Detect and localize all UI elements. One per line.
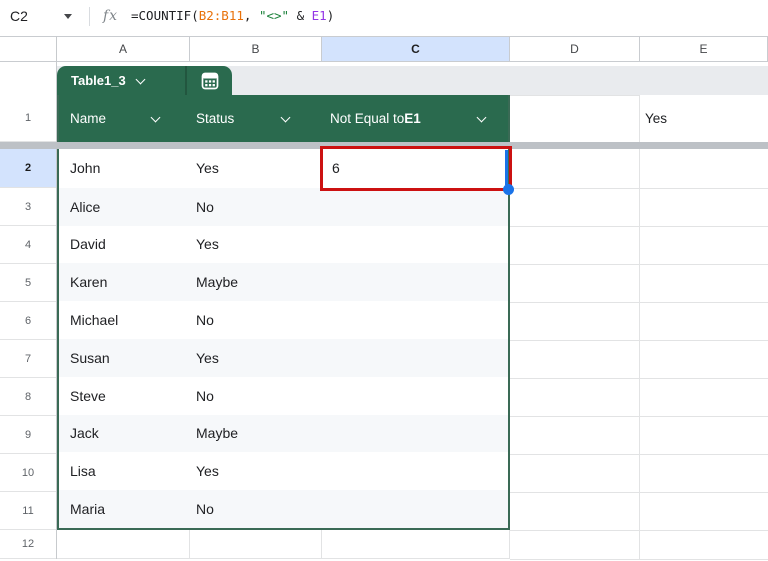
table-row[interactable]: John Yes 6: [59, 149, 508, 188]
column-filter-chevron-icon[interactable]: [151, 113, 161, 123]
status-cell[interactable]: No: [196, 312, 214, 328]
name-cell[interactable]: David: [70, 236, 106, 252]
cell-a12[interactable]: [57, 530, 190, 559]
status-cell[interactable]: Maybe: [196, 425, 238, 441]
formula-bar: C2 fx =COUNTIF(B2:B11, "<>" & E1): [0, 0, 768, 34]
row-header-12[interactable]: 12: [0, 530, 56, 559]
status-cell[interactable]: No: [196, 388, 214, 404]
status-cell[interactable]: Maybe: [196, 274, 238, 290]
table-name-label: Table1_3: [71, 73, 126, 88]
formula-token: &: [289, 8, 312, 23]
column-header-d[interactable]: D: [510, 36, 640, 62]
selection-border: [505, 150, 508, 185]
column-header-e[interactable]: E: [640, 36, 768, 62]
name-cell[interactable]: Michael: [70, 312, 118, 328]
formula-token-string: "<>": [259, 8, 289, 23]
gridline: [510, 188, 768, 189]
row-header-4[interactable]: 4: [0, 226, 56, 264]
cell-c2-value[interactable]: 6: [332, 160, 340, 176]
status-cell[interactable]: Yes: [196, 160, 219, 176]
row-header-2-selected[interactable]: 2: [0, 149, 56, 188]
table-row[interactable]: Alice No: [59, 188, 508, 226]
gridline: [510, 530, 768, 531]
cell-b12[interactable]: [190, 530, 322, 559]
cell-d1[interactable]: [510, 95, 639, 142]
table-calculator-icon: [199, 70, 221, 92]
table-row[interactable]: Lisa Yes: [59, 452, 508, 490]
name-cell[interactable]: Steve: [70, 388, 106, 404]
formula-token: ): [327, 8, 335, 23]
row-header-9[interactable]: 9: [0, 416, 56, 454]
name-box[interactable]: C2: [0, 0, 88, 32]
table-row[interactable]: David Yes: [59, 226, 508, 264]
table-column-header-name[interactable]: Name: [70, 95, 106, 142]
gridline: [510, 492, 768, 493]
fx-icon: fx: [103, 0, 118, 32]
column-header-a[interactable]: A: [57, 36, 190, 62]
column-header-c-selected[interactable]: C: [322, 36, 510, 62]
gridline: [510, 302, 768, 303]
gridline: [510, 378, 768, 379]
table-column-header-status[interactable]: Status: [196, 95, 234, 142]
table-row[interactable]: Jack Maybe: [59, 415, 508, 453]
name-cell[interactable]: Jack: [70, 425, 99, 441]
table-row[interactable]: Steve No: [59, 377, 508, 415]
row-header-5[interactable]: 5: [0, 264, 56, 302]
formula-token: ,: [244, 8, 259, 23]
gridline: [510, 226, 768, 227]
formula-bar-divider: [89, 7, 90, 26]
table-name-segment[interactable]: Table1_3: [57, 66, 185, 95]
status-cell[interactable]: Yes: [196, 463, 219, 479]
formula-token-range: B2:B11: [199, 8, 244, 23]
name-cell[interactable]: Lisa: [70, 463, 96, 479]
gridline: [510, 559, 768, 560]
name-cell[interactable]: Karen: [70, 274, 107, 290]
formula-input[interactable]: =COUNTIF(B2:B11, "<>" & E1): [131, 0, 334, 32]
header-bold-ref: E1: [404, 111, 421, 126]
table-options-button[interactable]: [185, 66, 232, 95]
frozen-row-divider[interactable]: [0, 142, 768, 149]
row-header-1[interactable]: 1: [0, 95, 56, 142]
table-row[interactable]: Maria No: [59, 490, 508, 528]
table-column-header-not-equal[interactable]: Not Equal to E1: [330, 95, 421, 142]
column-filter-chevron-icon[interactable]: [281, 113, 291, 123]
gridline: [510, 416, 768, 417]
status-cell[interactable]: No: [196, 501, 214, 517]
gridline: [510, 454, 768, 455]
column-header-b[interactable]: B: [190, 36, 322, 62]
gridline: [639, 95, 640, 559]
formula-token: =COUNTIF(: [131, 8, 199, 23]
name-cell[interactable]: Susan: [70, 350, 110, 366]
cell-c12[interactable]: [322, 530, 510, 559]
status-cell[interactable]: Yes: [196, 350, 219, 366]
column-filter-chevron-icon[interactable]: [477, 113, 487, 123]
formula-token-cellref: E1: [312, 8, 327, 23]
fill-handle[interactable]: [503, 184, 514, 195]
table-row[interactable]: Michael No: [59, 301, 508, 339]
table-body: John Yes 6 Alice No David Yes Karen Mayb…: [57, 149, 510, 530]
row-header-11[interactable]: 11: [0, 492, 56, 530]
status-cell[interactable]: No: [196, 199, 214, 215]
gridline: [510, 264, 768, 265]
row-header-6[interactable]: 6: [0, 302, 56, 340]
row-header-10[interactable]: 10: [0, 454, 56, 492]
gridline: [510, 340, 768, 341]
spreadsheet-app: C2 fx =COUNTIF(B2:B11, "<>" & E1) A B C …: [0, 0, 768, 561]
name-cell[interactable]: Alice: [70, 199, 100, 215]
name-box-dropdown-icon[interactable]: [64, 14, 72, 19]
cell-e1[interactable]: Yes: [645, 95, 667, 142]
name-cell[interactable]: Maria: [70, 501, 105, 517]
chevron-down-icon[interactable]: [135, 74, 145, 84]
row-header-7[interactable]: 7: [0, 340, 56, 378]
table-row[interactable]: Susan Yes: [59, 339, 508, 377]
active-cell-reference: C2: [10, 0, 28, 32]
row-header-3[interactable]: 3: [0, 188, 56, 226]
select-all-corner[interactable]: [0, 36, 57, 62]
name-cell[interactable]: John: [70, 160, 100, 176]
table-header-row: Name Status Not Equal to E1: [57, 95, 510, 142]
table-name-chip[interactable]: Table1_3: [57, 66, 232, 95]
row-header-8[interactable]: 8: [0, 378, 56, 416]
table-row[interactable]: Karen Maybe: [59, 263, 508, 301]
status-cell[interactable]: Yes: [196, 236, 219, 252]
